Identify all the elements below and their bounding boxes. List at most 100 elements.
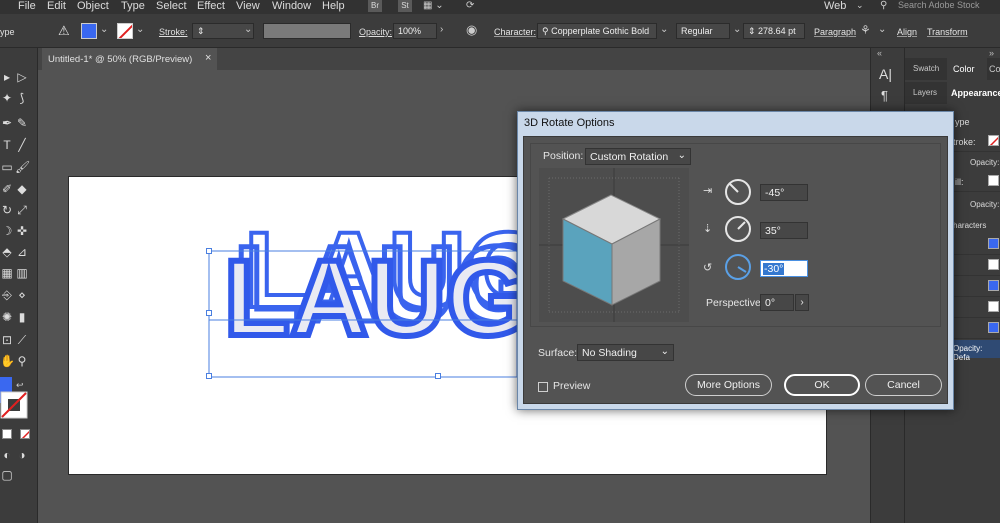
- y-rotation-field[interactable]: 35°: [760, 222, 808, 239]
- chevron-down-icon[interactable]: ⌄: [660, 24, 668, 35]
- y-rotation-dial[interactable]: [725, 216, 751, 242]
- line-segment-tool-icon[interactable]: ╱: [15, 138, 29, 152]
- type-tool-icon[interactable]: T: [0, 138, 14, 152]
- opacity-label[interactable]: Opacity:: [359, 27, 392, 37]
- menu-object[interactable]: Object: [77, 0, 109, 12]
- document-tab[interactable]: Untitled-1* @ 50% (RGB/Preview) ×: [42, 48, 217, 70]
- lasso-tool-icon[interactable]: ⟆: [15, 91, 29, 105]
- cancel-button[interactable]: Cancel: [865, 374, 942, 396]
- search-input[interactable]: Search Adobe Stock: [898, 0, 980, 10]
- more-options-button[interactable]: More Options: [685, 374, 772, 396]
- menu-help[interactable]: Help: [322, 0, 345, 12]
- shaper-tool-icon[interactable]: ✐: [0, 182, 14, 196]
- font-family-field[interactable]: ⚲ Copperplate Gothic Bold: [537, 23, 657, 39]
- collapse-arrows-icon[interactable]: »: [989, 48, 994, 58]
- menu-select[interactable]: Select: [156, 0, 187, 12]
- recolor-artwork-icon[interactable]: ◉: [466, 22, 477, 38]
- perspective-slider-toggle[interactable]: ›: [795, 294, 809, 311]
- bridge-button[interactable]: Br: [368, 0, 382, 12]
- fill-swatch-white[interactable]: [988, 301, 999, 312]
- mesh-tool-icon[interactable]: ▦: [0, 266, 14, 280]
- x-rotation-field[interactable]: -45°: [760, 184, 808, 201]
- tab-color-active[interactable]: Color: [947, 58, 987, 80]
- selection-handle[interactable]: [206, 310, 212, 316]
- tab-appearance-active[interactable]: Appearance: [947, 82, 1000, 104]
- artboard-tool-icon[interactable]: ⊡: [0, 333, 14, 347]
- curvature-tool-icon[interactable]: ✎: [15, 116, 29, 130]
- fill-color-swatch[interactable]: [81, 23, 97, 39]
- free-transform-tool-icon[interactable]: ✜: [15, 224, 29, 238]
- blend-tool-icon[interactable]: ⋄: [15, 288, 29, 302]
- shape-builder-tool-icon[interactable]: ⬘: [0, 245, 14, 259]
- chevron-down-icon[interactable]: ⌄: [878, 24, 886, 35]
- pen-tool-icon[interactable]: ✒: [0, 116, 14, 130]
- eyedropper-tool-icon[interactable]: ⎆: [0, 288, 14, 302]
- screen-mode-icon[interactable]: ▢: [0, 468, 14, 482]
- slice-tool-icon[interactable]: ⟋: [15, 333, 29, 347]
- variable-width-profile[interactable]: [263, 23, 351, 39]
- selection-handle[interactable]: [435, 373, 441, 379]
- gpu-performance-icon[interactable]: ⟳: [466, 0, 474, 11]
- chevron-down-icon[interactable]: ⌄: [136, 24, 144, 35]
- stroke-label[interactable]: Stroke:: [159, 27, 188, 37]
- collapse-arrows-icon[interactable]: «: [877, 48, 882, 58]
- z-rotation-dial[interactable]: [725, 254, 751, 280]
- font-size-field[interactable]: ⇕ 278.64 pt: [743, 23, 805, 39]
- z-rotation-field[interactable]: -30°: [760, 260, 808, 277]
- character-panel-icon[interactable]: A|: [879, 66, 892, 82]
- preview-checkbox[interactable]: [538, 382, 548, 392]
- selection-handle[interactable]: [206, 248, 212, 254]
- ok-button[interactable]: OK: [784, 374, 860, 396]
- color-mode-icon[interactable]: [2, 429, 12, 439]
- chevron-right-icon[interactable]: ›: [440, 24, 443, 35]
- selection-handle[interactable]: [206, 373, 212, 379]
- zoom-tool-icon[interactable]: ⚲: [15, 354, 29, 368]
- surface-select[interactable]: No Shading ⌄: [577, 344, 674, 361]
- chevron-down-icon[interactable]: ⌄: [244, 24, 252, 35]
- opacity-field[interactable]: 100%: [393, 23, 437, 39]
- tab-swatches[interactable]: Swatch: [913, 64, 939, 73]
- paragraph-panel-icon[interactable]: ¶: [881, 88, 888, 103]
- menu-window[interactable]: Window: [272, 0, 311, 12]
- chevron-down-icon[interactable]: ⌄: [856, 0, 864, 11]
- arrange-documents-icon[interactable]: ▦ ⌄: [423, 0, 445, 12]
- selection-tool-icon[interactable]: ▸: [0, 70, 14, 84]
- menu-type[interactable]: Type: [121, 0, 145, 12]
- stroke-none-swatch[interactable]: [117, 23, 133, 39]
- rotate-tool-icon[interactable]: ↻: [0, 203, 14, 217]
- paintbrush-tool-icon[interactable]: 🖌: [15, 160, 30, 174]
- draw-behind-icon[interactable]: ◑: [15, 448, 29, 462]
- chevron-down-icon[interactable]: ⌄: [100, 24, 108, 35]
- swap-colors-icon[interactable]: ↩: [16, 380, 24, 391]
- tab-layers[interactable]: Layers: [913, 88, 937, 97]
- close-icon[interactable]: ×: [205, 52, 211, 64]
- direct-selection-tool-icon[interactable]: ▷: [15, 70, 29, 84]
- chevron-down-icon[interactable]: ⌄: [733, 24, 741, 35]
- fill-swatch-white[interactable]: [988, 259, 999, 270]
- magic-wand-tool-icon[interactable]: ✦: [0, 91, 14, 105]
- position-select[interactable]: Custom Rotation ⌄: [585, 148, 691, 165]
- menu-effect[interactable]: Effect: [197, 0, 225, 12]
- menu-file[interactable]: File: [18, 0, 36, 12]
- menu-view[interactable]: View: [236, 0, 260, 12]
- font-style-field[interactable]: Regular: [676, 23, 730, 39]
- fill-swatch-blue[interactable]: [988, 280, 999, 291]
- fill-swatch-white[interactable]: [988, 175, 999, 186]
- workspace-switcher[interactable]: Web: [824, 0, 846, 12]
- eraser-tool-icon[interactable]: ◆: [15, 182, 29, 196]
- draw-normal-icon[interactable]: ◐: [0, 448, 14, 462]
- symbol-sprayer-tool-icon[interactable]: ✺: [0, 310, 14, 324]
- transform-panel-button[interactable]: Transform: [927, 27, 968, 37]
- stroke-none-swatch[interactable]: [988, 135, 999, 146]
- perspective-grid-tool-icon[interactable]: ⊿: [15, 245, 29, 259]
- column-graph-tool-icon[interactable]: ▮: [15, 310, 29, 324]
- stock-button[interactable]: St: [398, 0, 412, 12]
- perspective-field[interactable]: 0°: [760, 294, 794, 311]
- stroke-color-box[interactable]: [0, 391, 28, 419]
- puppet-warp-icon[interactable]: ⚘: [860, 23, 871, 37]
- rectangle-tool-icon[interactable]: ▭: [0, 160, 14, 174]
- hand-tool-icon[interactable]: ✋: [0, 354, 15, 368]
- warp-tool-icon[interactable]: ☽: [0, 224, 14, 238]
- align-panel-button[interactable]: Align: [897, 27, 917, 37]
- paragraph-panel-button[interactable]: Paragraph: [814, 27, 856, 37]
